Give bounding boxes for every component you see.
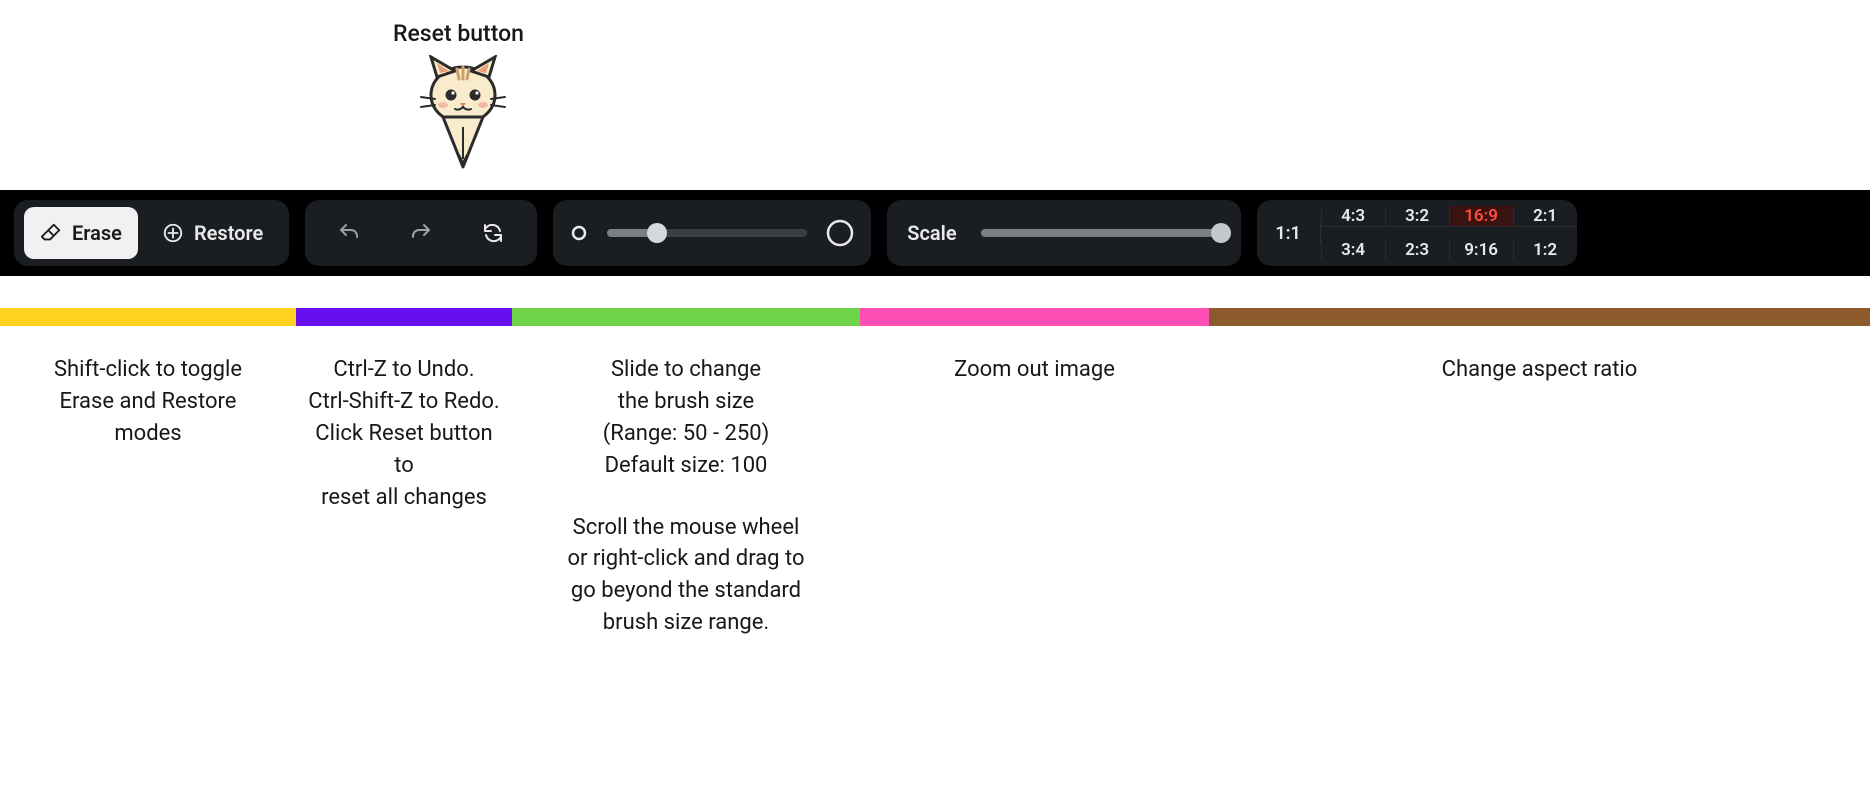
reset-button-callout-label: Reset button [393,20,524,47]
legend-segment-pink [860,308,1209,326]
aspect-ratio-16-9[interactable]: 16:9 [1449,206,1513,227]
brush-size-slider[interactable] [607,229,807,237]
aspect-ratio-1-1[interactable]: 1:1 [1257,223,1321,244]
cat-pointer-icon [413,55,513,175]
brush-size-large-icon [825,218,855,248]
plus-circle-icon [162,222,184,244]
brush-size-slider-thumb[interactable] [647,223,667,243]
legend-segment-green [512,308,860,326]
aspect-ratio-cluster: 1:1 4:33:216:92:1 3:42:39:161:2 [1257,200,1577,266]
aspect-ratio-9-16[interactable]: 9:16 [1449,240,1513,260]
aspect-ratio-3-2[interactable]: 3:2 [1385,206,1449,227]
brush-size-small-icon [569,223,589,243]
aspect-ratio-1-2[interactable]: 1:2 [1513,240,1577,260]
redo-arrow-icon [409,221,433,245]
legend-text-row: Shift-click to toggleErase and Restoremo… [0,354,1870,639]
restore-button-label: Restore [194,221,263,245]
legend-color-bar [0,308,1870,326]
scale-slider[interactable] [981,229,1221,237]
legend-segment-yellow [0,308,296,326]
mode-toggle-cluster: Erase Restore [14,200,289,266]
scale-slider-thumb[interactable] [1211,223,1231,243]
editor-toolbar: Erase Restore [0,190,1870,276]
erase-button-label: Erase [72,221,122,245]
legend-col-0: Shift-click to toggleErase and Restoremo… [0,354,296,639]
scale-cluster: Scale [887,200,1240,266]
brush-size-cluster [553,200,871,266]
legend-segment-purple [296,308,512,326]
aspect-ratio-4-3[interactable]: 4:3 [1321,206,1385,227]
scale-label: Scale [907,221,956,245]
undo-arrow-icon [337,221,361,245]
legend-col-4: Change aspect ratio [1209,354,1870,639]
aspect-ratio-3-4[interactable]: 3:4 [1321,240,1385,260]
restore-button[interactable]: Restore [146,207,279,259]
legend-segment-brown [1209,308,1870,326]
reset-cycle-icon [481,221,505,245]
undo-button[interactable] [323,207,375,259]
erase-button[interactable]: Erase [24,207,138,259]
top-annotation-area: Reset button [0,0,1870,190]
reset-button[interactable] [467,207,519,259]
aspect-ratio-2-3[interactable]: 2:3 [1385,240,1449,260]
legend-col-2: Slide to changethe brush size(Range: 50 … [512,354,860,639]
legend-col-3: Zoom out image [860,354,1209,639]
legend-col-1: Ctrl-Z to Undo.Ctrl-Shift-Z to Redo.Clic… [296,354,512,639]
redo-button[interactable] [395,207,447,259]
eraser-icon [40,222,62,244]
history-cluster [305,200,537,266]
aspect-ratio-2-1[interactable]: 2:1 [1513,206,1577,227]
